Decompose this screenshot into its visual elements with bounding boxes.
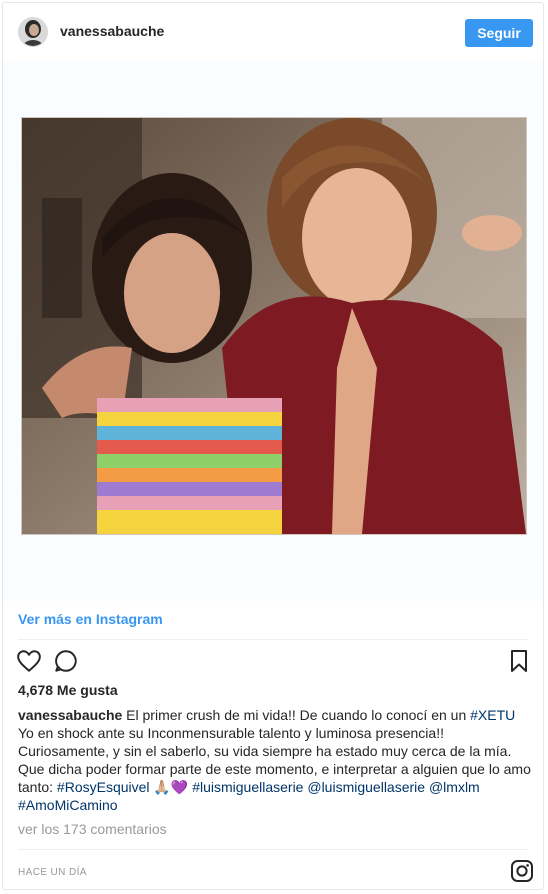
avatar[interactable] bbox=[18, 17, 48, 47]
comment-icon[interactable] bbox=[53, 648, 79, 674]
hashtag-amomicamino[interactable]: #AmoMiCamino bbox=[18, 797, 118, 813]
instagram-icon[interactable] bbox=[510, 859, 534, 883]
post-header: vanessabauche Seguir bbox=[3, 3, 543, 61]
media-container[interactable] bbox=[3, 61, 543, 601]
caption-text: El primer crush de mi vida!! De cuando l… bbox=[122, 707, 471, 723]
hashtag-rosyesquivel[interactable]: #RosyEsquivel bbox=[57, 779, 150, 795]
view-more-link[interactable]: Ver más en Instagram bbox=[18, 611, 163, 627]
mention-luismiguellaserie[interactable]: @luismiguellaserie bbox=[307, 779, 425, 795]
heart-icon[interactable] bbox=[16, 648, 42, 674]
caption-username[interactable]: vanessabauche bbox=[18, 707, 122, 723]
divider bbox=[18, 849, 528, 850]
mention-lmxlm[interactable]: @lmxlm bbox=[429, 779, 480, 795]
post-photo[interactable] bbox=[22, 118, 526, 534]
view-comments-link[interactable]: ver los 173 comentarios bbox=[18, 821, 167, 837]
follow-button[interactable]: Seguir bbox=[465, 19, 533, 47]
hashtag-luismiguellaserie[interactable]: #luismiguellaserie bbox=[192, 779, 303, 795]
post-caption: vanessabauche El primer crush de mi vida… bbox=[18, 706, 533, 814]
avatar-image bbox=[19, 18, 47, 46]
post-timestamp: HACE UN DÍA bbox=[18, 867, 87, 878]
instagram-embed-card: vanessabauche Seguir Ver más en Instagra… bbox=[2, 2, 544, 890]
post-username[interactable]: vanessabauche bbox=[60, 23, 164, 39]
hashtag-xetu[interactable]: #XETU bbox=[470, 707, 515, 723]
photo-illustration bbox=[22, 118, 526, 534]
divider bbox=[18, 639, 528, 640]
caption-emoji: 🙏🏼💜 bbox=[149, 779, 193, 795]
bookmark-icon[interactable] bbox=[509, 649, 529, 673]
likes-count[interactable]: 4,678 Me gusta bbox=[18, 682, 118, 698]
